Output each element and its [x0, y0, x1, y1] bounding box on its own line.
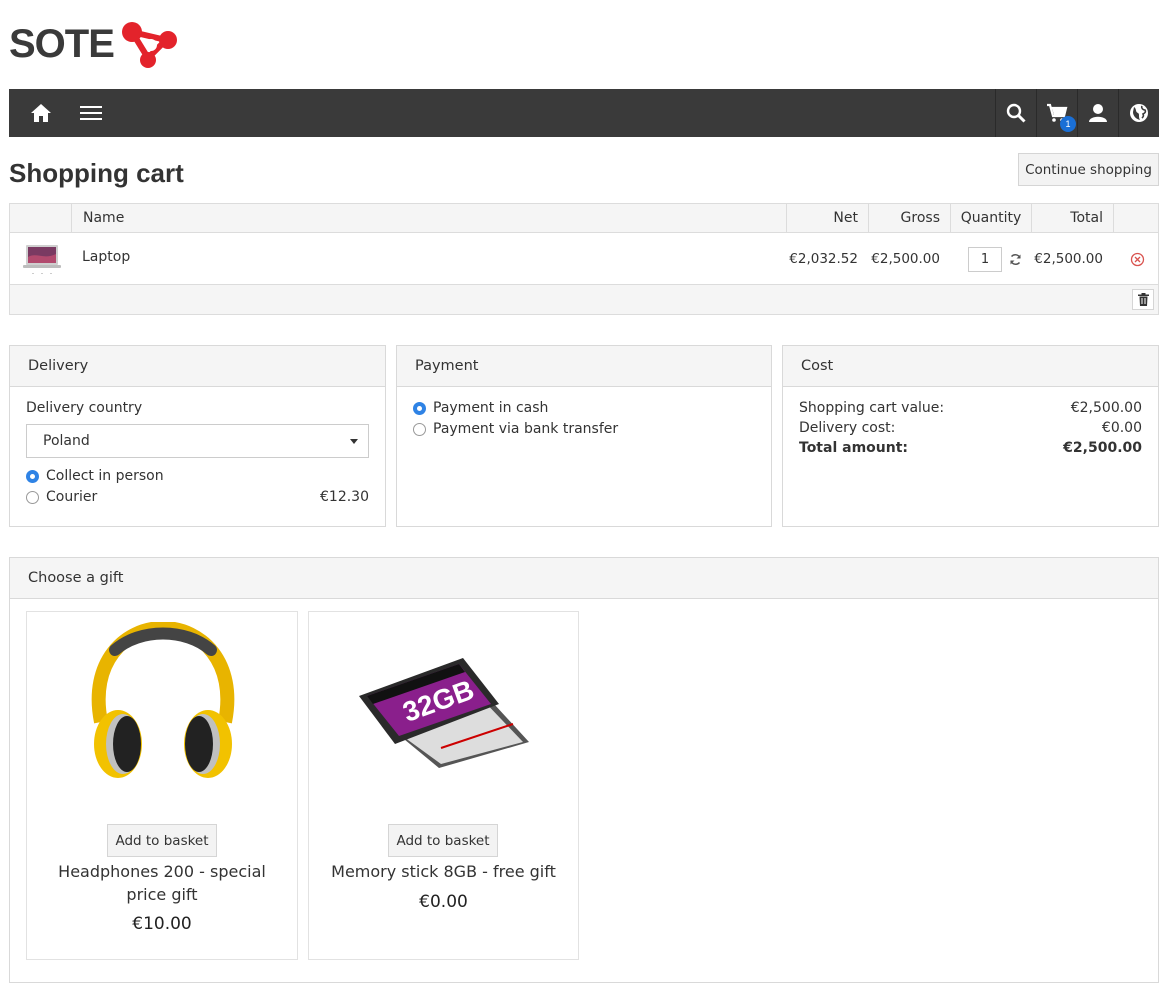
gift-panel: Choose a gift Add to basket Headphones 2… — [9, 557, 1159, 983]
gift-card-headphones: Add to basket Headphones 200 - special p… — [26, 611, 298, 960]
net-price: €2,032.52 — [789, 251, 858, 267]
headphones-image[interactable] — [85, 622, 241, 782]
table-row: Laptop €2,032.52 €2,500.00 1 €2,500.00 — [10, 233, 1158, 285]
cart-table: Name Net Gross Quantity Total Laptop €2,… — [9, 203, 1159, 315]
delivery-country-value: Poland — [43, 433, 90, 449]
delivery-country-label: Delivery country — [26, 400, 143, 416]
home-icon — [31, 104, 51, 122]
cost-panel: Cost Shopping cart value: €2,500.00 Deli… — [782, 345, 1159, 527]
brand-name: SOTE — [9, 21, 115, 66]
gift-name-link[interactable]: Headphones 200 - special price gift — [37, 860, 287, 906]
courier-price: €12.30 — [320, 489, 369, 505]
total-price: €2,500.00 — [1034, 251, 1103, 267]
cart-count-badge: 1 — [1060, 116, 1076, 132]
payment-panel: Payment Payment in cash Payment via bank… — [396, 345, 772, 527]
column-name: Name — [71, 204, 786, 232]
total-amount-label: Total amount: — [799, 440, 908, 456]
column-net: Net — [786, 204, 868, 232]
gift-panel-title: Choose a gift — [10, 558, 1158, 599]
gift-card-memory-stick: 32GB Add to basket Memory stick 8GB - fr… — [308, 611, 579, 960]
cart-table-header: Name Net Gross Quantity Total — [10, 204, 1158, 233]
radio-button[interactable] — [26, 469, 39, 483]
column-total: Total — [1031, 204, 1113, 232]
total-amount: €2,500.00 — [1063, 440, 1142, 456]
language-button[interactable] — [1118, 89, 1159, 137]
laptop-thumbnail[interactable] — [22, 242, 62, 276]
search-icon — [1006, 103, 1026, 123]
memory-card-image[interactable]: 32GB — [353, 652, 533, 772]
payment-option-label: Payment in cash — [433, 400, 549, 416]
radio-button[interactable] — [413, 422, 426, 436]
add-to-basket-button[interactable]: Add to basket — [388, 824, 498, 857]
top-navbar: 1 — [9, 89, 1159, 137]
menu-icon — [80, 106, 102, 120]
delivery-panel-title: Delivery — [10, 346, 385, 387]
delivery-panel: Delivery Delivery country Poland Collect… — [9, 345, 386, 527]
chevron-down-icon — [350, 439, 358, 444]
cost-panel-title: Cost — [783, 346, 1158, 387]
gift-name-link[interactable]: Memory stick 8GB - free gift — [319, 860, 568, 883]
continue-shopping-button[interactable]: Continue shopping — [1018, 153, 1159, 186]
trash-icon — [1137, 293, 1149, 306]
radio-button[interactable] — [413, 401, 426, 415]
menu-button[interactable] — [73, 89, 109, 137]
search-button[interactable] — [995, 89, 1036, 137]
delivery-option-label: Courier — [46, 489, 98, 505]
radio-button[interactable] — [26, 490, 39, 504]
payment-option-label: Payment via bank transfer — [433, 421, 619, 437]
page-title: Shopping cart — [9, 158, 184, 188]
column-actions — [1113, 204, 1159, 232]
payment-panel-title: Payment — [397, 346, 771, 387]
delivery-option-collect[interactable]: Collect in person — [26, 468, 164, 484]
globe-icon — [1130, 104, 1148, 122]
cart-value-label: Shopping cart value: — [799, 400, 945, 416]
home-button[interactable] — [23, 89, 59, 137]
remove-item-icon[interactable] — [1130, 252, 1145, 267]
delivery-country-select[interactable]: Poland — [26, 424, 369, 458]
column-gross: Gross — [868, 204, 950, 232]
payment-option-bank-transfer[interactable]: Payment via bank transfer — [413, 421, 618, 437]
column-quantity: Quantity — [950, 204, 1031, 232]
brand-logo[interactable]: SOTE — [9, 18, 182, 70]
gross-price: €2,500.00 — [871, 251, 940, 267]
delivery-option-label: Collect in person — [46, 468, 164, 484]
quantity-input[interactable]: 1 — [968, 247, 1002, 272]
cart-value: €2,500.00 — [1070, 400, 1142, 416]
user-icon — [1089, 104, 1107, 122]
cart-button[interactable]: 1 — [1036, 89, 1077, 137]
clear-cart-button[interactable] — [1132, 289, 1154, 310]
payment-option-cash[interactable]: Payment in cash — [413, 400, 548, 416]
delivery-cost: €0.00 — [1101, 420, 1142, 436]
cart-table-footer — [10, 285, 1158, 314]
product-name-link[interactable]: Laptop — [82, 249, 130, 265]
delivery-option-courier[interactable]: Courier — [26, 489, 97, 505]
add-to-basket-button[interactable]: Add to basket — [107, 824, 217, 857]
gift-price: €10.00 — [132, 914, 192, 934]
gift-price: €0.00 — [419, 892, 468, 912]
account-button[interactable] — [1077, 89, 1118, 137]
refresh-icon[interactable] — [1009, 253, 1022, 266]
delivery-cost-label: Delivery cost: — [799, 420, 896, 436]
logo-molecule-icon — [121, 22, 177, 68]
